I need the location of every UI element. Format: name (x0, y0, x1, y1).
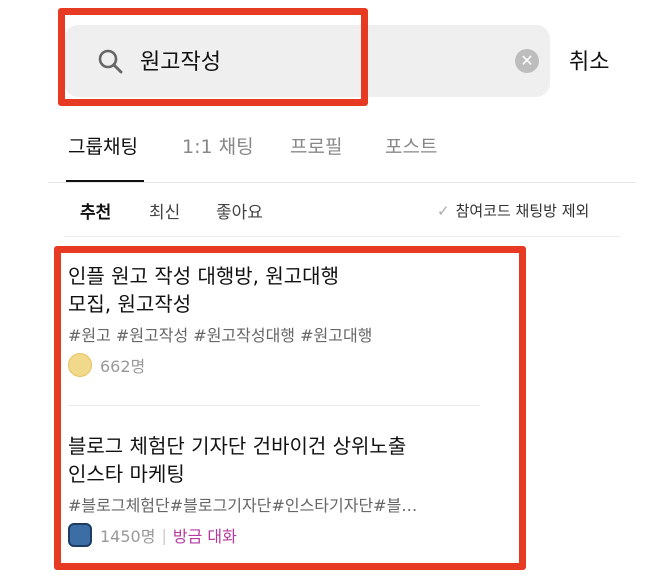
search-bar[interactable] (64, 25, 550, 97)
tab-one-to-one-chat[interactable]: 1:1 채팅 (182, 132, 254, 159)
room-meta: 662명 (68, 352, 488, 378)
exclude-label: 참여코드 채팅방 제외 (455, 202, 590, 220)
tab-profile[interactable]: 프로필 (290, 132, 342, 159)
separator: | (161, 525, 167, 545)
search-icon (98, 49, 123, 74)
room-thumbnail (68, 353, 92, 377)
filter-latest[interactable]: 최신 (149, 198, 180, 223)
member-count: 662명 (100, 357, 146, 376)
exclude-code-rooms-toggle[interactable]: ✓ 참여코드 채팅방 제외 (437, 200, 589, 221)
room-tags: #원고 #원고작성 #원고작성대행 #원고대행 (68, 326, 373, 345)
room-meta: 1450명 | 방금 대화 (68, 522, 488, 548)
tab-group-chat[interactable]: 그룹채팅 (68, 132, 138, 159)
chat-room-result[interactable]: 블로그 체험단 기자단 건바이건 상위노출 인스타 마케팅 #블로그체험단#블로… (68, 432, 488, 548)
room-thumbnail (68, 523, 92, 547)
divider (68, 405, 480, 406)
search-input[interactable]: 원고작성 (140, 44, 221, 76)
search-tabs: 그룹채팅 1:1 채팅 프로필 포스트 (0, 128, 658, 183)
divider (48, 182, 636, 183)
tab-post[interactable]: 포스트 (385, 132, 437, 159)
room-title: 블로그 체험단 기자단 건바이건 상위노출 인스타 마케팅 (68, 434, 407, 486)
chat-room-result[interactable]: 인플 원고 작성 대행방, 원고대행 모집, 원고작성 #원고 #원고작성 #원… (68, 262, 488, 378)
clear-icon[interactable]: ✕ (515, 49, 539, 73)
room-title: 인플 원고 작성 대행방, 원고대행 모집, 원고작성 (68, 264, 339, 316)
check-icon: ✓ (437, 202, 450, 220)
filter-recommended[interactable]: 추천 (80, 198, 111, 223)
filter-likes[interactable]: 좋아요 (216, 198, 263, 223)
member-count: 1450명 (100, 527, 156, 546)
divider (64, 236, 620, 237)
cancel-button[interactable]: 취소 (569, 44, 609, 76)
recent-activity: 방금 대화 (172, 527, 237, 546)
filter-bar: 추천 최신 좋아요 ✓ 참여코드 채팅방 제외 (0, 194, 658, 230)
room-tags: #블로그체험단#블로그기자단#인스타기자단#블… (68, 496, 418, 515)
